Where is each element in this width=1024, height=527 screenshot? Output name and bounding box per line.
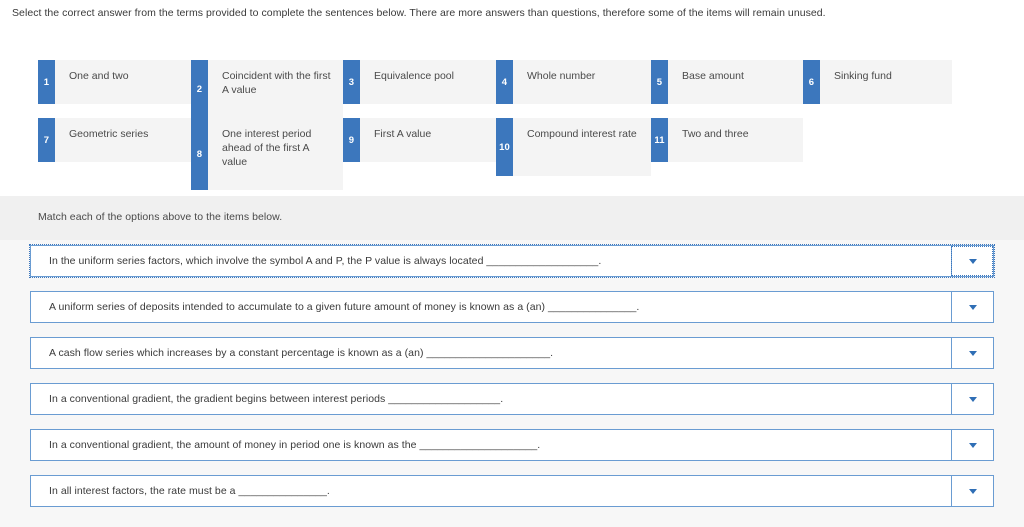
question-row[interactable]: A uniform series of deposits intended to… [30,291,994,323]
chevron-down-icon [968,304,977,310]
term-tile-6[interactable]: 6 Sinking fund [803,60,952,104]
term-number-badge: 1 [38,60,55,104]
page-instruction: Select the correct answer from the terms… [12,7,826,19]
match-instruction-text: Match each of the options above to the i… [38,211,283,223]
answer-dropdown[interactable] [951,338,993,368]
terms-bank: 1 One and two 2 Coincident with the firs… [0,52,1024,190]
term-number-badge: 4 [496,60,513,104]
term-label: Coincident with the first A value [222,70,331,96]
question-text: In a conventional gradient, the amount o… [49,439,541,451]
term-number-badge: 2 [191,60,208,118]
terms-row-first: 1 One and two 2 Coincident with the firs… [38,60,952,118]
question-row[interactable]: In a conventional gradient, the gradient… [30,383,994,415]
term-label: One interest period ahead of the first A… [222,128,312,168]
term-number-badge: 8 [191,118,208,190]
term-label: Whole number [527,70,596,82]
term-tile-8[interactable]: 8 One interest period ahead of the first… [191,118,343,190]
term-label: Geometric series [69,128,149,140]
questions-list: In the uniform series factors, which inv… [0,240,1024,527]
chevron-down-icon [968,442,977,448]
term-tile-4[interactable]: 4 Whole number [496,60,651,104]
term-tile-2[interactable]: 2 Coincident with the first A value [191,60,343,118]
answer-dropdown[interactable] [951,292,993,322]
question-row[interactable]: In a conventional gradient, the amount o… [30,429,994,461]
chevron-down-icon [968,488,977,494]
term-number-badge: 10 [496,118,513,176]
term-number-badge: 11 [651,118,668,162]
term-tile-9[interactable]: 9 First A value [343,118,496,162]
term-number-badge: 3 [343,60,360,104]
term-label: Two and three [682,128,749,140]
term-number-badge: 9 [343,118,360,162]
term-tile-11[interactable]: 11 Two and three [651,118,803,162]
term-tile-10[interactable]: 10 Compound interest rate [496,118,651,176]
question-text: In all interest factors, the rate must b… [49,485,330,497]
question-row[interactable]: In all interest factors, the rate must b… [30,475,994,507]
answer-dropdown[interactable] [951,430,993,460]
question-text: A cash flow series which increases by a … [49,347,554,359]
term-label: Compound interest rate [527,128,637,140]
match-instruction-band: Match each of the options above to the i… [0,196,1024,240]
term-tile-3[interactable]: 3 Equivalence pool [343,60,496,104]
term-label: First A value [374,128,432,140]
term-label: Sinking fund [834,70,892,82]
terms-row-second: 7 Geometric series 8 One interest period… [38,118,803,190]
answer-dropdown[interactable] [951,384,993,414]
answer-dropdown[interactable] [951,476,993,506]
chevron-down-icon [968,396,977,402]
term-number-badge: 5 [651,60,668,104]
chevron-down-icon [968,350,977,356]
question-row[interactable]: In the uniform series factors, which inv… [29,244,995,278]
question-text: In a conventional gradient, the gradient… [49,393,504,405]
term-tile-1[interactable]: 1 One and two [38,60,191,104]
question-text: In the uniform series factors, which inv… [49,255,602,267]
term-tile-5[interactable]: 5 Base amount [651,60,803,104]
term-number-badge: 7 [38,118,55,162]
chevron-down-icon [968,258,977,264]
term-label: Equivalence pool [374,70,454,82]
term-label: One and two [69,70,129,82]
answer-dropdown[interactable] [951,246,993,276]
term-tile-7[interactable]: 7 Geometric series [38,118,191,162]
question-text: A uniform series of deposits intended to… [49,301,640,313]
question-row[interactable]: A cash flow series which increases by a … [30,337,994,369]
term-label: Base amount [682,70,744,82]
term-number-badge: 6 [803,60,820,104]
